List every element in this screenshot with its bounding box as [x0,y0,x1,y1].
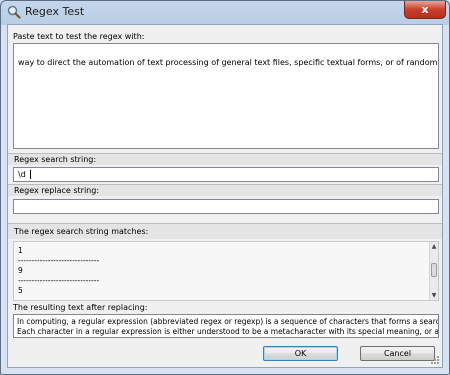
match-line: 1 [18,246,23,255]
scroll-down-arrow-icon[interactable]: ▼ [430,291,438,300]
dialog-client-area: Paste text to test the regex with: way t… [7,24,443,368]
result-text-area[interactable]: In computing, a regular expression (abbr… [13,314,439,338]
cancel-button[interactable]: Cancel [360,346,435,361]
result-line: Each character in a regular expression i… [17,327,439,336]
match-separator: ------------------------------ [18,276,100,285]
resize-grip-icon[interactable] [431,356,440,365]
search-string-value: \d [18,170,26,179]
text-caret [30,170,31,179]
matches-list[interactable]: 1 ------------------------------ 9 -----… [13,241,439,301]
input-text-label: Paste text to test the regex with: [13,32,145,41]
magnifier-icon [7,5,21,19]
close-icon: x [421,3,429,16]
matches-label-strip: The regex search string matches: [8,223,442,239]
scroll-up-arrow-icon[interactable]: ▲ [430,242,438,251]
replace-string-input[interactable] [13,199,439,214]
search-label-strip: Regex search string: [8,153,442,165]
match-separator: ------------------------------ [18,256,100,265]
test-text-content: way to direct the automation of text pro… [18,58,438,67]
matches-scrollbar[interactable]: ▲ ▼ [429,242,438,300]
scroll-thumb[interactable] [431,263,437,277]
search-string-input[interactable]: \d [13,167,439,182]
match-line: 9 [18,266,23,275]
matches-label: The regex search string matches: [14,227,149,236]
test-text-area[interactable]: way to direct the automation of text pro… [13,43,439,149]
replace-label-strip: Regex replace string: [8,184,442,196]
result-line: In computing, a regular expression (abbr… [17,317,439,326]
match-line: 5 [18,286,23,295]
ok-button[interactable]: OK [263,346,338,361]
close-button[interactable]: x [404,1,446,19]
result-label: The resulting text after replacing: [13,303,148,312]
regex-test-window: Regex Test x Paste text to test the rege… [0,0,450,375]
window-title: Regex Test [25,5,85,18]
title-bar[interactable]: Regex Test x [1,1,449,23]
replace-string-label: Regex replace string: [14,186,100,195]
search-string-label: Regex search string: [14,155,97,164]
